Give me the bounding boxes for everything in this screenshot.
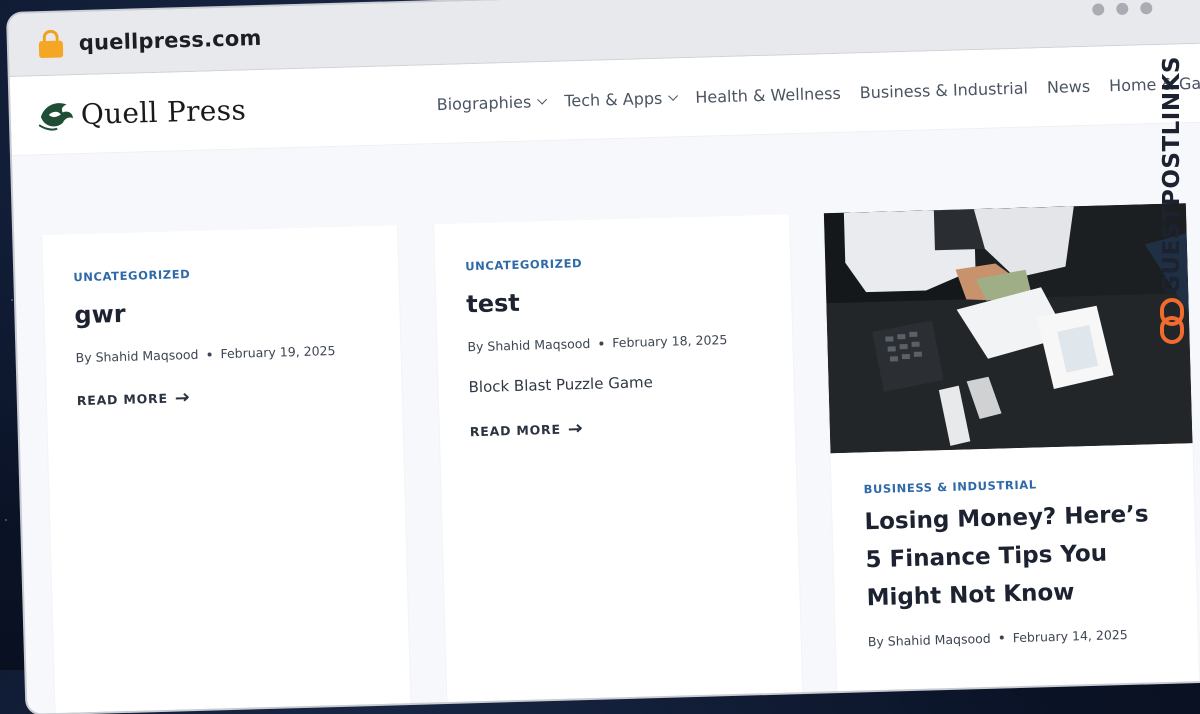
post-meta: By Shahid Maqsood February 18, 2025 <box>467 331 762 354</box>
site-logo[interactable]: Quell Press <box>36 89 246 135</box>
nav-label: Business & Industrial <box>859 78 1029 102</box>
site-logo-text: Quell Press <box>80 92 247 131</box>
read-more-label: READ MORE <box>469 422 562 440</box>
post-card: UNCATEGORIZED test By Shahid Maqsood Feb… <box>434 214 803 714</box>
post-card: UNCATEGORIZED gwr By Shahid Maqsood Febr… <box>42 225 412 714</box>
nav-item-business-industrial[interactable]: Business & Industrial <box>859 78 1028 102</box>
post-card: BUSINESS & INDUSTRIAL Losing Money? Here… <box>823 203 1200 714</box>
read-more-link[interactable]: READ MORE <box>469 416 765 440</box>
nav-label: Tech & Apps <box>564 88 663 110</box>
finance-desk-photo <box>823 203 1193 454</box>
nav-item-health-wellness[interactable]: Health & Wellness <box>695 83 841 106</box>
nav-label: News <box>1046 76 1091 97</box>
post-date: February 19, 2025 <box>220 343 336 362</box>
browser-window: quellpress.com Quell Press Biographies T… <box>8 0 1200 714</box>
url-text[interactable]: quellpress.com <box>79 26 262 55</box>
separator-dot-icon <box>999 635 1004 640</box>
chevron-down-icon <box>536 94 547 105</box>
post-meta: By Shahid Maqsood February 14, 2025 <box>868 626 1166 649</box>
post-date: February 18, 2025 <box>612 332 728 351</box>
post-excerpt: Block Blast Puzzle Game <box>468 373 654 397</box>
post-date: February 14, 2025 <box>1012 626 1128 646</box>
post-title[interactable]: gwr <box>74 288 370 335</box>
window-dot-icon[interactable] <box>1140 2 1153 15</box>
window-dot-icon[interactable] <box>1116 2 1129 16</box>
window-controls <box>1092 2 1153 16</box>
post-featured-image[interactable] <box>823 203 1193 454</box>
post-title[interactable]: Losing Money? Here’s 5 Finance Tips You … <box>864 496 1165 618</box>
post-meta: By Shahid Maqsood February 19, 2025 <box>75 342 370 365</box>
nav-item-news[interactable]: News <box>1047 76 1091 96</box>
post-author[interactable]: By Shahid Maqsood <box>868 631 991 649</box>
lock-icon <box>38 29 64 59</box>
nav-item-biographies[interactable]: Biographies <box>436 91 547 114</box>
post-title[interactable]: test <box>466 277 762 324</box>
read-more-label: READ MORE <box>76 391 169 409</box>
window-dot-icon[interactable] <box>1092 3 1105 16</box>
post-category[interactable]: UNCATEGORIZED <box>73 262 368 284</box>
nav-item-tech-apps[interactable]: Tech & Apps <box>564 88 678 110</box>
post-author[interactable]: By Shahid Maqsood <box>467 336 590 354</box>
arrow-right-icon <box>175 397 188 400</box>
nav-label: Biographies <box>436 91 532 114</box>
separator-dot-icon <box>599 341 604 346</box>
separator-dot-icon <box>207 352 212 357</box>
dragon-logo-icon <box>38 103 73 131</box>
guestpostlinks-watermark: GUESTPOSTLINKS <box>1150 56 1194 356</box>
nav-label: Health & Wellness <box>695 83 842 107</box>
watermark-text: GUESTPOSTLINKS <box>1159 56 1185 295</box>
chevron-down-icon <box>667 90 678 101</box>
post-category[interactable]: BUSINESS & INDUSTRIAL <box>863 474 1161 496</box>
read-more-link[interactable]: READ MORE <box>76 385 372 409</box>
posts-grid: UNCATEGORIZED gwr By Shahid Maqsood Febr… <box>12 122 1200 714</box>
post-category[interactable]: UNCATEGORIZED <box>465 251 760 273</box>
chain-link-icon <box>1160 298 1184 345</box>
post-author[interactable]: By Shahid Maqsood <box>75 347 198 365</box>
arrow-right-icon <box>568 428 581 431</box>
